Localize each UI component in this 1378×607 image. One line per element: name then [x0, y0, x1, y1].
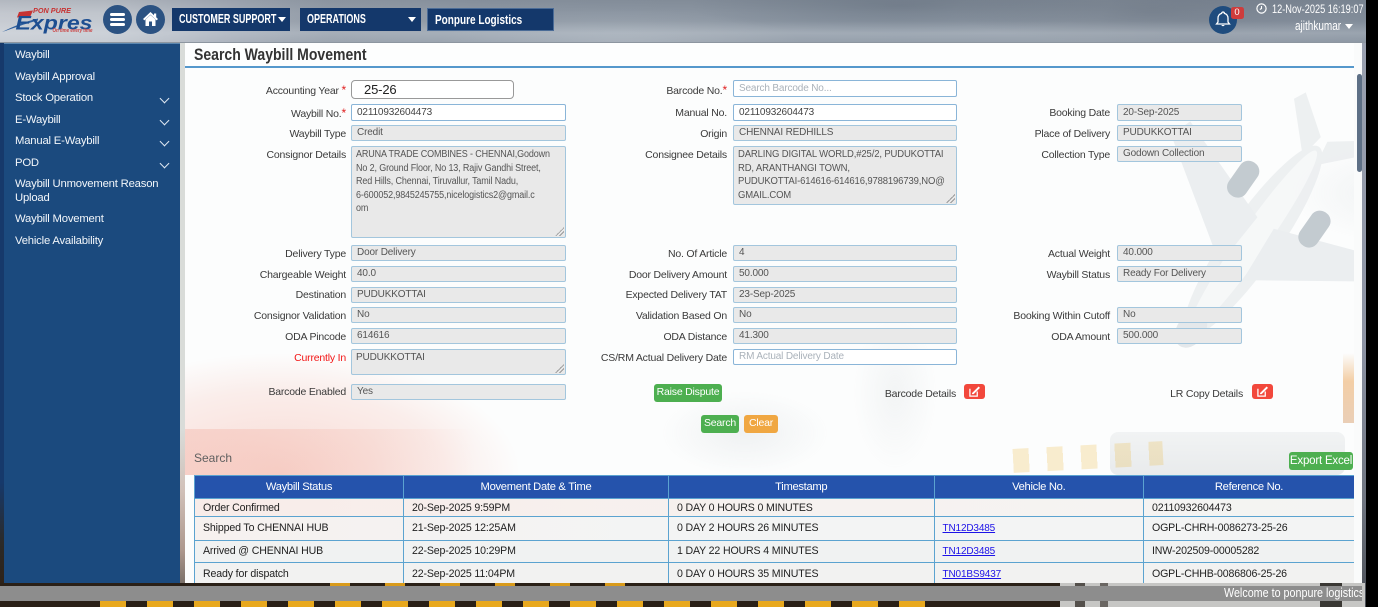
svg-text:On time every time: On time every time	[53, 28, 93, 34]
